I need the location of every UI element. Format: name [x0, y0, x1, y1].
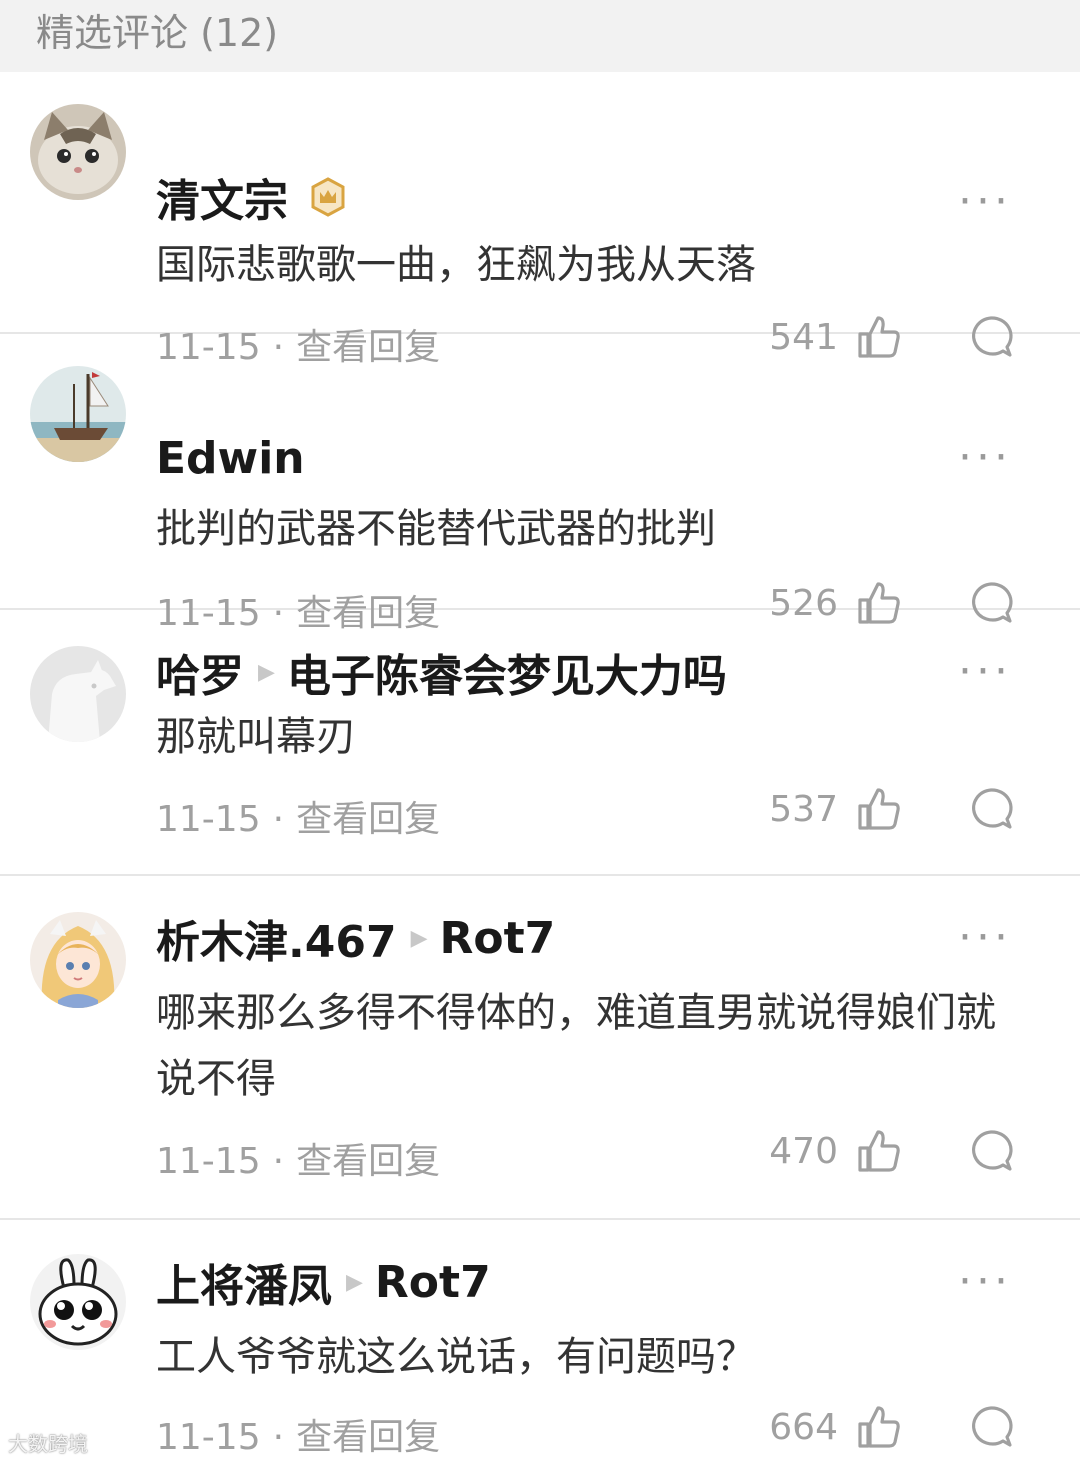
- speech-bubble-icon[interactable]: [968, 1404, 1014, 1450]
- comment-date: 11-15: [156, 799, 261, 840]
- comment-item: 上将潘凤 ▶ Rot7 ··· 工人爷爷就这么说话，有问题吗？ 11-15 · 查看…: [0, 1220, 1080, 1468]
- crown-badge-icon: [311, 177, 345, 217]
- speech-bubble-icon[interactable]: [968, 1128, 1014, 1174]
- name-row: 清文宗: [156, 165, 346, 229]
- comment-content: 国际悲歌歌一曲，狂飙为我从天落: [156, 242, 756, 288]
- more-dots-icon[interactable]: ···: [958, 1260, 1012, 1304]
- username[interactable]: 析木津.467: [156, 906, 397, 970]
- comment-item: 哈罗 ▶ 电子陈睿会梦见大力吗 ··· 那就叫幕刃 11-15 · 查看回复 537: [0, 610, 1080, 876]
- triangle-right-icon: ▶: [346, 1269, 363, 1295]
- comment-item: 清文宗 ··· 国际悲歌歌一曲，狂飙为我从天落 11-15 · 查看回复 541: [0, 72, 1080, 368]
- more-dots-icon[interactable]: ···: [958, 916, 1012, 960]
- view-replies-link[interactable]: 查看回复: [296, 1141, 440, 1182]
- username[interactable]: 清文宗: [156, 165, 288, 229]
- view-replies-link[interactable]: 查看回复: [296, 1417, 440, 1458]
- anime-girl-avatar[interactable]: [30, 912, 126, 1008]
- thumbs-up-icon[interactable]: [856, 1128, 902, 1174]
- section-title: 精选评论 (12): [36, 11, 279, 55]
- comment-content: 那就叫幕刃: [156, 714, 356, 760]
- more-dots-icon[interactable]: ···: [958, 436, 1012, 480]
- comment-content: 工人爷爷就这么说话，有问题吗？: [156, 1334, 756, 1380]
- thumbs-up-icon[interactable]: [856, 786, 902, 832]
- triangle-right-icon: ▶: [410, 925, 428, 951]
- name-row: Edwin: [156, 426, 305, 490]
- reply-target-username[interactable]: 电子陈睿会梦见大力吗: [287, 640, 727, 704]
- reply-target-username[interactable]: Rot7: [439, 913, 555, 964]
- comment-item: 析木津.467 ▶ Rot7 ··· 哪来那么多得不得体的，难道直男就说得娘们就…: [0, 876, 1080, 1220]
- default-dog-avatar[interactable]: [30, 646, 126, 742]
- boat-painting-avatar[interactable]: [30, 366, 126, 462]
- comment-meta: 11-15 · 查看回复: [156, 1417, 441, 1458]
- like-count: 537: [769, 788, 838, 830]
- triangle-right-icon: ▶: [258, 659, 275, 685]
- username[interactable]: 上将潘凤: [156, 1250, 332, 1314]
- speech-bubble-icon[interactable]: [968, 786, 1014, 832]
- like-count: 470: [769, 1130, 838, 1172]
- name-row: 哈罗 ▶ 电子陈睿会梦见大力吗: [156, 640, 727, 704]
- reply-target-username[interactable]: Rot7: [375, 1257, 491, 1308]
- section-header: 精选评论 (12): [0, 0, 1080, 72]
- more-dots-icon[interactable]: ···: [958, 180, 1012, 224]
- comment-content: 哪来那么多得不得体的，难道直男就说得娘们就说不得: [156, 990, 996, 1102]
- comment-meta: 11-15 · 查看回复: [156, 1141, 441, 1182]
- name-row: 析木津.467 ▶ Rot7: [156, 906, 555, 970]
- comment-date: 11-15: [156, 1417, 261, 1458]
- comment-date: 11-15: [156, 1141, 261, 1182]
- name-row: 上将潘凤 ▶ Rot7: [156, 1250, 491, 1314]
- watermark: 大数跨境: [8, 1432, 88, 1456]
- bunny-face-avatar[interactable]: [30, 1254, 126, 1350]
- more-dots-icon[interactable]: ···: [958, 650, 1012, 694]
- like-group[interactable]: 470: [769, 1128, 902, 1174]
- comment-meta: 11-15 · 查看回复: [156, 799, 441, 840]
- username[interactable]: 哈罗: [156, 640, 244, 704]
- like-group[interactable]: 537: [769, 786, 902, 832]
- comment-item: Edwin ··· 批判的武器不能替代武器的批判 11-15 · 查看回复 526: [0, 334, 1080, 634]
- view-replies-link[interactable]: 查看回复: [296, 799, 440, 840]
- username[interactable]: Edwin: [156, 433, 305, 484]
- like-count: 664: [769, 1406, 838, 1448]
- cat-avatar[interactable]: [30, 104, 126, 200]
- like-group[interactable]: 664: [769, 1404, 902, 1450]
- thumbs-up-icon[interactable]: [856, 1404, 902, 1450]
- comment-content: 批判的武器不能替代武器的批判: [156, 506, 716, 552]
